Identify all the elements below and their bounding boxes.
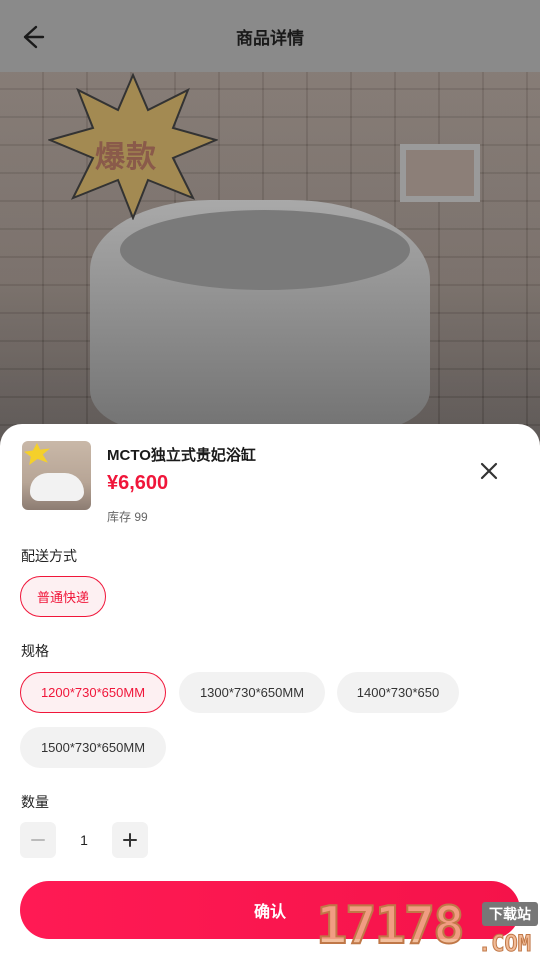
- delivery-option-standard[interactable]: 普通快递: [20, 576, 106, 617]
- quantity-value[interactable]: 1: [68, 832, 100, 848]
- delivery-label: 配送方式: [21, 548, 77, 564]
- product-price: ¥6,600: [107, 472, 169, 494]
- quantity-increase-button[interactable]: [112, 822, 148, 858]
- minus-icon: [31, 839, 45, 841]
- hot-sale-badge-text: 爆款: [95, 141, 157, 174]
- spec-option-1200[interactable]: 1200*730*650MM: [20, 672, 166, 713]
- page-title: 商品详情: [236, 28, 304, 48]
- spec-option-1300[interactable]: 1300*730*650MM: [179, 672, 325, 713]
- spec-selection-sheet: MCTO独立式贵妃浴缸 ¥6,600 库存 99 配送方式 普通快递 规格 12…: [0, 424, 540, 960]
- watermark-suffix: .COM: [478, 932, 532, 958]
- product-thumbnail: [22, 441, 91, 510]
- spec-option-1400[interactable]: 1400*730*650: [337, 672, 459, 713]
- spec-option-1500[interactable]: 1500*730*650MM: [20, 727, 166, 768]
- spec-label: 规格: [21, 643, 49, 659]
- arrow-left-icon[interactable]: [20, 22, 50, 52]
- quantity-decrease-button[interactable]: [20, 822, 56, 858]
- wall-frame: [400, 144, 480, 202]
- watermark-tag: 下载站: [482, 902, 538, 926]
- top-app-bar: 商品详情: [0, 0, 540, 72]
- plus-icon: [123, 833, 137, 847]
- close-icon[interactable]: [476, 458, 502, 484]
- thumb-bathtub: [30, 473, 84, 501]
- watermark-number: 17178: [315, 895, 466, 957]
- product-name: MCTO独立式贵妃浴缸: [107, 447, 256, 464]
- quantity-label: 数量: [21, 794, 49, 810]
- bathtub-rim: [120, 210, 410, 290]
- hot-sale-thumb-icon: [24, 443, 50, 465]
- product-stock: 库存 99: [107, 510, 148, 524]
